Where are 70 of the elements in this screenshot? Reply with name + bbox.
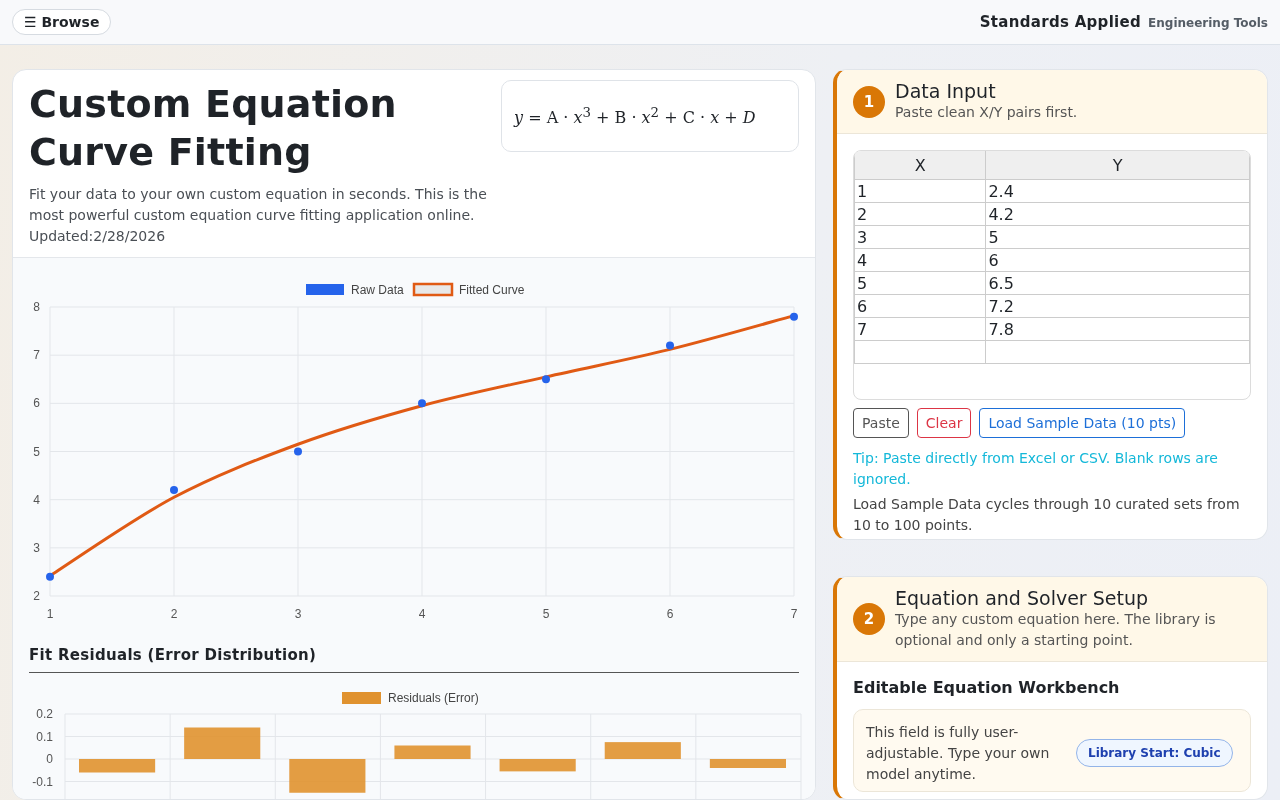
axis-label: 6 [666,607,674,621]
browse-button[interactable]: ☰ Browse [12,9,112,35]
brand-name[interactable]: Standards Applied [979,13,1142,31]
grid-cell[interactable]: 5 [854,271,986,295]
grid-cell[interactable]: 5 [985,225,1250,249]
legend-label[interactable]: Raw Data [351,283,404,297]
legend-swatch [306,284,344,295]
axis-label: 7 [33,348,40,363]
grid-cell[interactable]: 2 [854,202,986,226]
data-point [666,341,674,350]
legend-label[interactable]: Residuals (Error) [388,691,479,705]
paste-button[interactable]: Paste [853,408,909,438]
note-text: Load Sample Data cycles through 10 curated sets from 10 to 100 points. [853,495,1241,535]
grid-cell[interactable]: 2.4 [985,179,1250,203]
step-subtitle: Type any custom equation here. The library is optional and only a starting point. [895,609,1217,650]
data-point [418,399,426,408]
clear-button[interactable]: Clear [916,408,972,438]
step-number: 1 [853,85,885,118]
section-heading: Editable Equation Workbench [853,677,1121,697]
grid-cell[interactable]: 4.2 [985,202,1250,226]
axis-label: 3 [33,540,40,555]
grid-cell[interactable]: 6 [854,294,986,318]
grid-cell[interactable]: 7 [854,317,986,341]
load-sample-button[interactable]: Load Sample Data (10 pts) [979,408,1186,438]
axis-label: -0.1 [32,774,53,789]
axis-label: 2 [33,589,40,603]
description: Fit your data to your own custom equation in seconds. This is the most powerful custom equation curve fitting application online. [29,185,488,225]
axis-label: 5 [33,444,40,459]
legend-label[interactable]: Fitted Curve [459,283,525,297]
library-badge: Library Start: Cubic [1076,739,1233,767]
axis-label: 4 [33,492,40,507]
tip-text: Tip: Paste directly from Excel or CSV. Blank rows are ignored. [853,449,1219,489]
grid-cell[interactable]: 6.5 [985,271,1250,295]
axis-label: 3 [294,607,302,621]
step-title: Data Input [895,80,997,102]
axis-label: 0.1 [36,729,53,744]
step-subtitle: Paste clean X/Y pairs first. [895,103,1078,122]
grid-cell[interactable]: 7.8 [985,317,1250,341]
data-point [46,572,54,581]
page-title: Custom Equation Curve Fitting [29,81,398,176]
axis-label: 1 [46,607,54,621]
equation-display: y = A · x$^{3}$ + B · x$^{2}$ + C · x + D [501,80,799,152]
axis-label: 8 [33,300,40,314]
updated-date: Updated:2/28/2026 [29,227,167,246]
data-point [790,312,798,321]
axis-label: 0.2 [36,707,53,721]
grid-cell[interactable]: 4 [854,248,986,272]
data-point [294,447,302,456]
axis-label: 5 [542,607,550,621]
legend-line-swatch [412,282,454,297]
grid-cell[interactable]: 7.2 [985,294,1250,318]
axis-label: 7 [790,607,798,621]
legend-swatch [342,692,381,704]
workbench-text: This field is fully user-adjustable. Type your own model anytime. [866,722,1051,784]
grid-cell[interactable]: 1 [854,179,986,203]
section-heading: Fit Residuals (Error Distribution) [29,646,799,673]
step-number: 2 [853,602,885,635]
axis-label: 0 [46,752,53,766]
axis-label: 2 [170,607,178,621]
data-grid[interactable]: X Y 1 2.4 2 4.2 3 5 4 6 5 6.5 6 7.2 7 7.8 [853,150,1251,400]
column-header: X [854,151,986,180]
column-header: Y [985,151,1250,180]
brand-tagline: Engineering Tools [1148,16,1268,30]
data-point [542,375,550,384]
grid-cell[interactable]: 3 [854,225,986,249]
data-point [170,486,178,495]
grid-cell[interactable]: 6 [985,248,1250,272]
axis-label: 4 [418,607,426,621]
axis-label: 6 [33,396,40,411]
step-title: Equation and Solver Setup [895,586,1150,609]
